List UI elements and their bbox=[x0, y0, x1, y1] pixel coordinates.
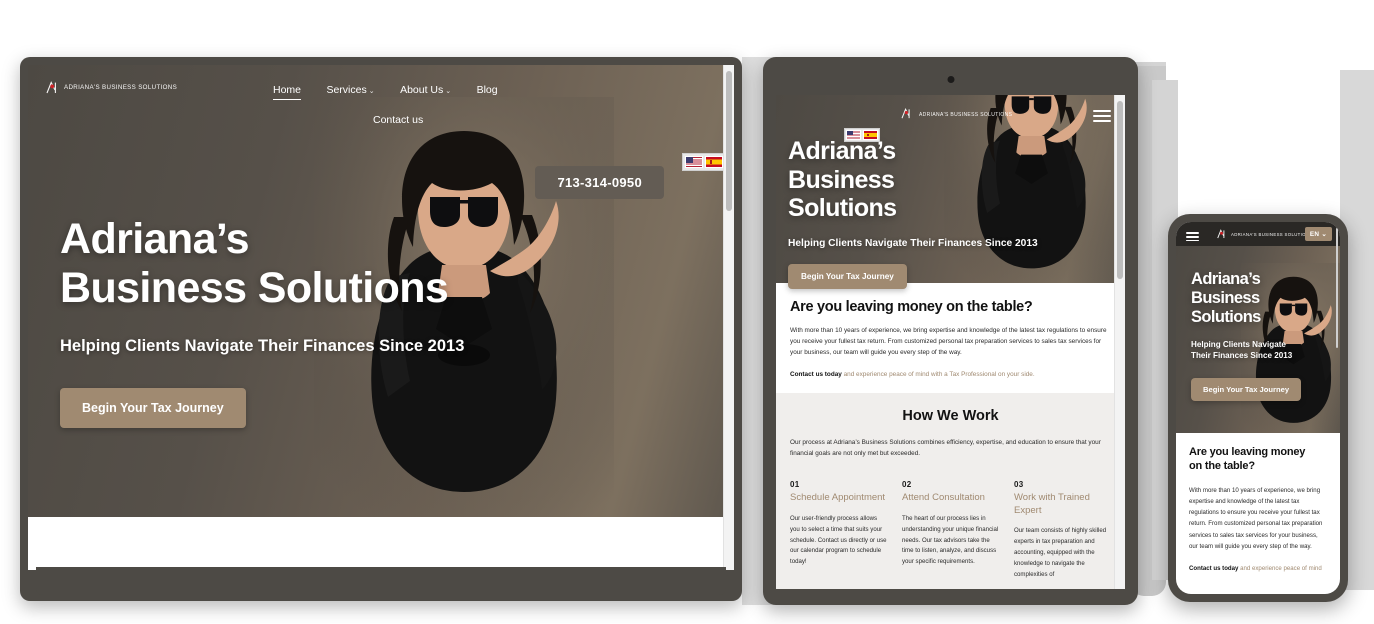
hero-cta-button[interactable]: Begin Your Tax Journey bbox=[1191, 378, 1302, 402]
desktop-below-fold-area bbox=[28, 517, 734, 570]
hamburger-menu-icon[interactable] bbox=[1186, 230, 1199, 244]
value-section-body: With more than 10 years of experience, w… bbox=[790, 327, 1107, 357]
desktop-hero-copy: Adriana’s Business Solutions Helping Cli… bbox=[60, 215, 465, 429]
contact-us-today-text[interactable]: Contact us today bbox=[1189, 565, 1238, 572]
adriana-logo-mark-icon bbox=[1217, 229, 1228, 239]
laptop-scrollbar-thumb[interactable] bbox=[726, 71, 732, 211]
mobile-value-section: Are you leaving money on the table? With… bbox=[1176, 433, 1340, 575]
laptop-viewport: ADRIANA'S BUSINESS SOLUTIONS Home Servic… bbox=[28, 65, 734, 570]
step-title: Attend Consultation bbox=[902, 492, 985, 504]
site-logo[interactable]: ADRIANA'S BUSINESS SOLUTIONS bbox=[901, 108, 1012, 121]
hero-subtitle: Helping Clients Navigate Their Finances … bbox=[788, 237, 1038, 249]
hero-cta-button[interactable]: Begin Your Tax Journey bbox=[60, 388, 246, 429]
flag-es-icon[interactable] bbox=[863, 130, 878, 140]
how-we-work-intro: Our process at Adriana’s Business Soluti… bbox=[790, 438, 1101, 458]
value-section-cta-rest: and experience peace of mind with a Tax … bbox=[841, 370, 1035, 378]
adriana-logo-mark-icon bbox=[46, 81, 61, 94]
flag-us-icon[interactable] bbox=[685, 156, 703, 168]
step-card: 01 Schedule Appointment Our user-friendl… bbox=[790, 480, 887, 581]
hero-cta-button[interactable]: Begin Your Tax Journey bbox=[788, 263, 907, 289]
logo-wordmark: ADRIANA'S BUSINESS SOLUTIONS bbox=[919, 111, 1013, 118]
hamburger-menu-icon[interactable] bbox=[1093, 107, 1111, 125]
responsive-mockup-canvas: ADRIANA'S BUSINESS SOLUTIONS Home Servic… bbox=[0, 0, 1374, 624]
nav-link-home[interactable]: Home bbox=[273, 85, 302, 100]
step-body: The heart of our process lies in underst… bbox=[902, 514, 999, 566]
value-section-cta-rest: and experience peace of mind bbox=[1238, 565, 1322, 573]
tablet-camera-dot bbox=[947, 76, 954, 83]
phone-device-frame: ADRIANA'S BUSINESS SOLUTIONS EN ⌄ Adrian… bbox=[1168, 214, 1348, 602]
value-section-heading: Are you leaving money on the table? bbox=[1189, 446, 1306, 472]
laptop-device-frame: ADRIANA'S BUSINESS SOLUTIONS Home Servic… bbox=[20, 57, 742, 601]
site-logo[interactable]: ADRIANA'S BUSINESS SOLUTIONS bbox=[1217, 229, 1313, 239]
chevron-down-icon: ⌄ bbox=[1321, 231, 1327, 238]
desktop-navbar: ADRIANA'S BUSINESS SOLUTIONS Home Servic… bbox=[28, 65, 734, 127]
adriana-logo-mark-icon bbox=[901, 108, 916, 121]
step-card: 03 Work with Trained Expert Our team con… bbox=[1014, 480, 1111, 581]
tablet-hero-section: ADRIANA'S BUSINESS SOLUTIONS Adriana’s B… bbox=[776, 95, 1125, 289]
how-we-work-heading: How We Work bbox=[902, 407, 999, 424]
hero-title: Adriana’s Business Solutions bbox=[60, 215, 449, 313]
tablet-viewport: ADRIANA'S BUSINESS SOLUTIONS Adriana’s B… bbox=[776, 95, 1125, 589]
tablet-value-section: Are you leaving money on the table? With… bbox=[776, 283, 1125, 393]
value-section-heading: Are you leaving money on the table? bbox=[790, 299, 1033, 315]
value-section-cta-line: Contact us today and experience peace of… bbox=[1189, 563, 1327, 574]
nav-link-services[interactable]: Services ⌄ bbox=[326, 85, 374, 99]
hero-subtitle: Helping Clients Navigate Their Finances … bbox=[1191, 340, 1293, 361]
tablet-scrollbar-thumb[interactable] bbox=[1117, 101, 1123, 279]
language-switcher bbox=[682, 153, 726, 171]
step-number: 01 bbox=[790, 480, 800, 490]
step-body: Our user-friendly process allows you to … bbox=[790, 514, 887, 566]
nav-link-blog[interactable]: Blog bbox=[477, 85, 498, 99]
step-body: Our team consists of highly skilled expe… bbox=[1014, 526, 1107, 578]
step-number: 02 bbox=[902, 480, 912, 490]
value-section-cta-line: Contact us today and experience peace of… bbox=[790, 369, 1111, 380]
nav-link-about-us[interactable]: About Us ⌄ bbox=[400, 85, 451, 99]
tablet-how-we-work-section: How We Work Our process at Adriana’s Bus… bbox=[776, 392, 1125, 589]
laptop-base-bar bbox=[36, 567, 726, 595]
hero-title: Adriana’s Business Solutions bbox=[1191, 270, 1261, 326]
tablet-hero-copy: Adriana’s Business Solutions Helping Cli… bbox=[788, 137, 1038, 289]
hero-title: Adriana’s Business Solutions bbox=[788, 137, 897, 222]
language-selector-label: EN bbox=[1309, 231, 1320, 238]
site-logo[interactable]: ADRIANA'S BUSINESS SOLUTIONS bbox=[46, 81, 177, 94]
hero-subtitle: Helping Clients Navigate Their Finances … bbox=[60, 337, 465, 356]
phone-viewport: ADRIANA'S BUSINESS SOLUTIONS EN ⌄ Adrian… bbox=[1176, 222, 1340, 594]
logo-wordmark: ADRIANA'S BUSINESS SOLUTIONS bbox=[1231, 231, 1313, 237]
flag-us-icon[interactable] bbox=[846, 130, 861, 140]
mobile-navbar: ADRIANA'S BUSINESS SOLUTIONS EN ⌄ bbox=[1176, 222, 1340, 246]
contact-us-today-text[interactable]: Contact us today bbox=[790, 371, 842, 378]
step-card: 02 Attend Consultation The heart of our … bbox=[902, 480, 999, 581]
chevron-down-icon: ⌄ bbox=[368, 88, 375, 95]
nav-link-contact-us[interactable]: Contact us bbox=[373, 114, 423, 129]
tablet-device-frame: ADRIANA'S BUSINESS SOLUTIONS Adriana’s B… bbox=[763, 57, 1138, 605]
step-number: 03 bbox=[1014, 480, 1024, 490]
laptop-scrollbar[interactable] bbox=[723, 65, 734, 570]
logo-wordmark: ADRIANA'S BUSINESS SOLUTIONS bbox=[64, 84, 178, 91]
step-title: Schedule Appointment bbox=[790, 492, 886, 504]
mobile-hero-section: Adriana’s Business Solutions Helping Cli… bbox=[1176, 246, 1340, 433]
desktop-nav-links: Home Services ⌄ About Us ⌄ Blog Contact us bbox=[273, 81, 573, 128]
header-phone-number[interactable]: 713-314-0950 bbox=[535, 166, 664, 199]
phone-scrollbar[interactable] bbox=[1336, 222, 1340, 594]
mobile-hero-copy: Adriana’s Business Solutions Helping Cli… bbox=[1191, 270, 1302, 402]
chevron-down-icon: ⌄ bbox=[445, 88, 452, 95]
value-section-body: With more than 10 years of experience, w… bbox=[1189, 486, 1323, 550]
step-title: Work with Trained Expert bbox=[1014, 492, 1090, 516]
tablet-navbar: ADRIANA'S BUSINESS SOLUTIONS bbox=[776, 95, 1125, 139]
desktop-hero-section: ADRIANA'S BUSINESS SOLUTIONS Home Servic… bbox=[28, 65, 734, 517]
how-we-work-steps: 01 Schedule Appointment Our user-friendl… bbox=[790, 480, 1111, 581]
flag-es-icon[interactable] bbox=[705, 156, 723, 168]
language-switcher bbox=[844, 128, 880, 142]
phone-scrollbar-thumb[interactable] bbox=[1336, 228, 1338, 348]
language-selector[interactable]: EN ⌄ bbox=[1304, 227, 1332, 241]
tablet-scrollbar[interactable] bbox=[1114, 95, 1125, 589]
